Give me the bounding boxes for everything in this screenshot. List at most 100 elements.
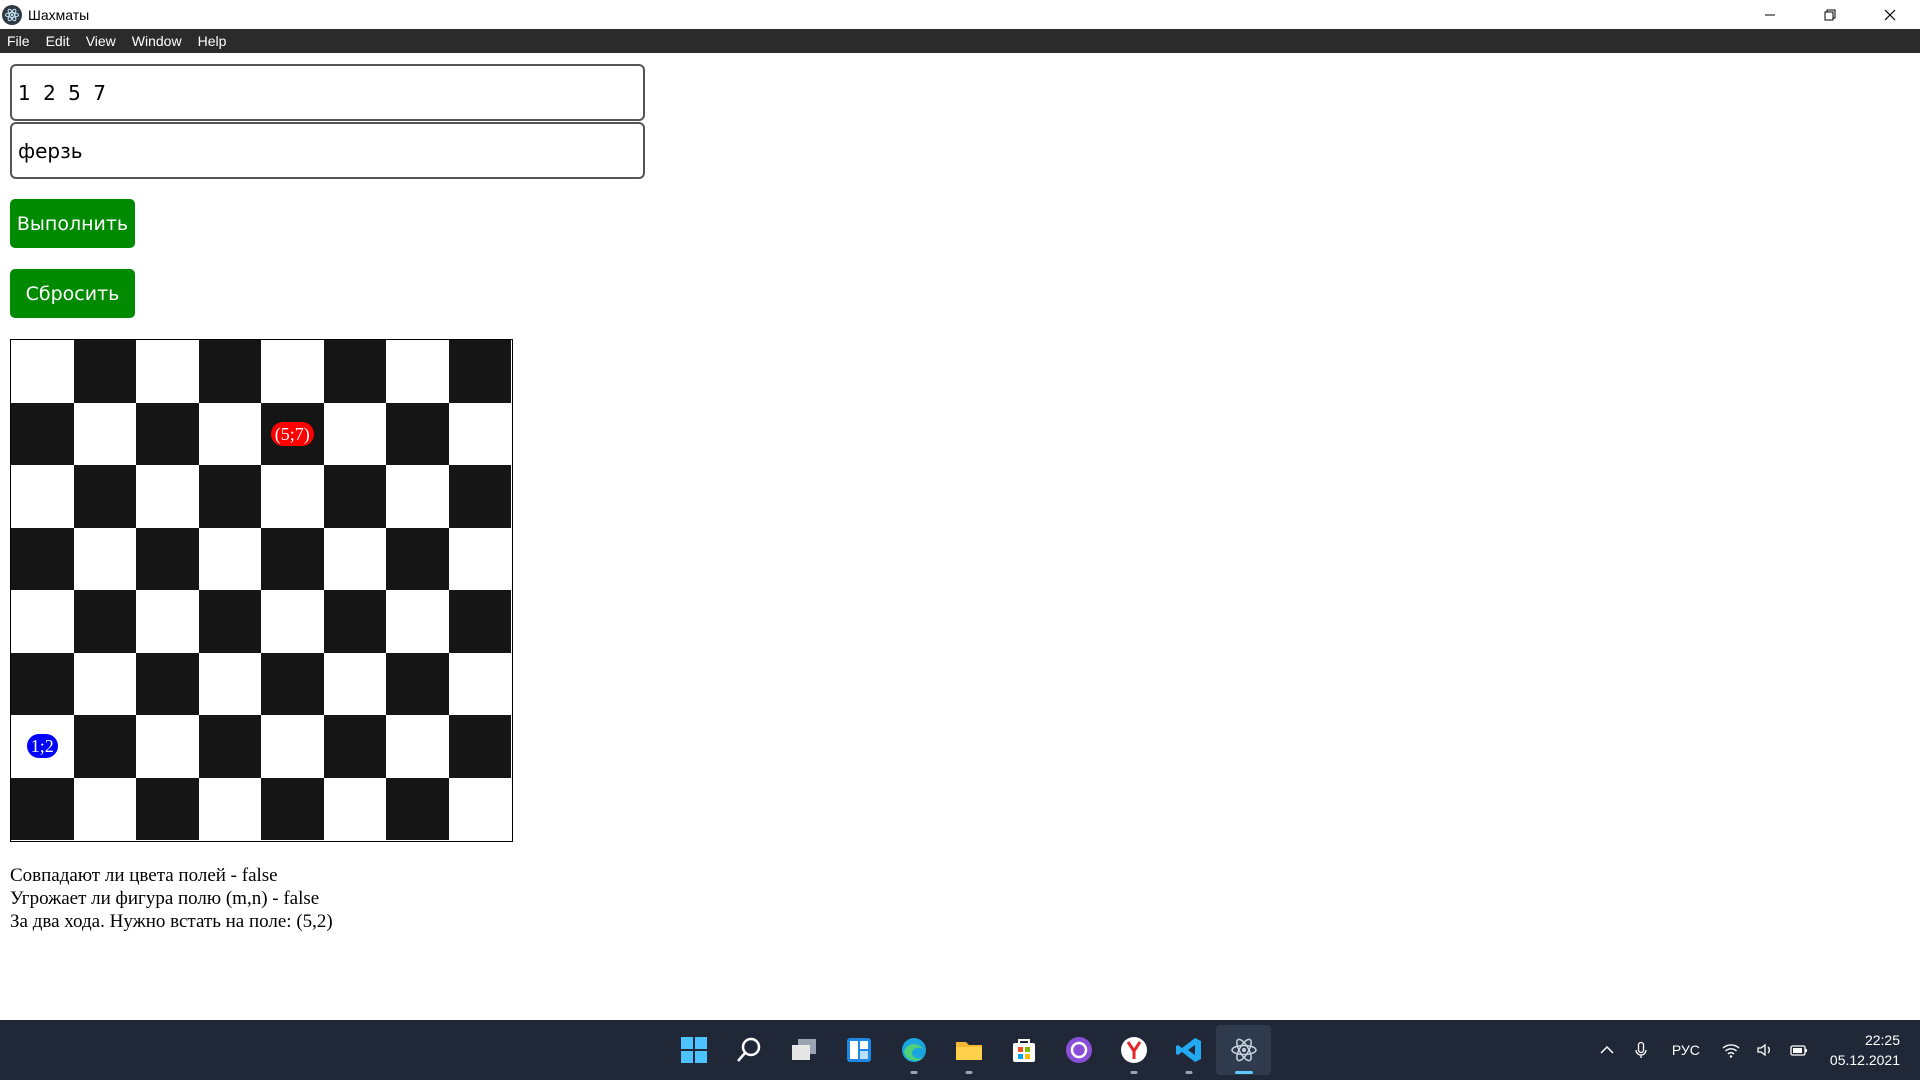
windows-start-icon[interactable] xyxy=(666,1025,721,1075)
board-cell[interactable] xyxy=(448,715,511,778)
board-cell[interactable] xyxy=(136,527,199,590)
board-cell[interactable] xyxy=(261,715,324,778)
board-cell[interactable] xyxy=(386,527,449,590)
board-cell[interactable] xyxy=(323,777,386,840)
board-cell[interactable] xyxy=(448,465,511,528)
board-cell[interactable] xyxy=(73,715,136,778)
board-cell[interactable] xyxy=(11,465,74,528)
board-cell[interactable]: (5;7) xyxy=(261,402,324,465)
board-cell[interactable] xyxy=(198,465,261,528)
board-cell[interactable] xyxy=(73,340,136,403)
board-cell[interactable] xyxy=(198,527,261,590)
board-cell[interactable] xyxy=(323,590,386,653)
board-cell[interactable] xyxy=(136,715,199,778)
board-cell[interactable] xyxy=(386,652,449,715)
restore-button[interactable] xyxy=(1800,0,1860,29)
board-cell[interactable]: 1;2 xyxy=(11,715,74,778)
close-button[interactable] xyxy=(1860,0,1920,29)
clock[interactable]: 22:25 05.12.2021 xyxy=(1830,1030,1900,1070)
board-cell[interactable] xyxy=(448,340,511,403)
menu-help[interactable]: Help xyxy=(190,29,235,53)
board-cell[interactable] xyxy=(136,590,199,653)
board-cell[interactable] xyxy=(261,340,324,403)
clock-time: 22:25 xyxy=(1864,1032,1900,1048)
board-cell[interactable] xyxy=(386,402,449,465)
menu-window[interactable]: Window xyxy=(124,29,190,53)
board-cell[interactable] xyxy=(136,777,199,840)
reset-button[interactable]: Сбросить xyxy=(10,269,135,318)
chevron-up-icon[interactable] xyxy=(1592,1035,1622,1065)
store-icon[interactable] xyxy=(996,1025,1051,1075)
board-cell[interactable] xyxy=(448,590,511,653)
result-colors-match: Совпадают ли цвета полей - false xyxy=(10,865,278,886)
board-cell[interactable] xyxy=(136,465,199,528)
board-cell[interactable] xyxy=(386,590,449,653)
board-cell[interactable] xyxy=(448,527,511,590)
coordinates-input[interactable] xyxy=(10,64,645,121)
board-cell[interactable] xyxy=(261,527,324,590)
wifi-icon[interactable] xyxy=(1716,1035,1746,1065)
board-cell[interactable] xyxy=(11,527,74,590)
board-cell[interactable] xyxy=(136,402,199,465)
search-icon[interactable] xyxy=(721,1025,776,1075)
board-cell[interactable] xyxy=(198,777,261,840)
board-cell[interactable] xyxy=(198,590,261,653)
battery-icon[interactable] xyxy=(1784,1035,1814,1065)
board-cell[interactable] xyxy=(261,465,324,528)
board-cell[interactable] xyxy=(198,402,261,465)
board-cell[interactable] xyxy=(73,402,136,465)
vscode-icon[interactable] xyxy=(1161,1025,1216,1075)
board-cell[interactable] xyxy=(261,777,324,840)
taskbar: РУС 22:25 05.12.2021 xyxy=(0,1020,1920,1080)
board-cell[interactable] xyxy=(198,652,261,715)
board-cell[interactable] xyxy=(323,402,386,465)
board-cell[interactable] xyxy=(11,402,74,465)
board-cell[interactable] xyxy=(73,590,136,653)
board-cell[interactable] xyxy=(323,715,386,778)
electron-icon[interactable] xyxy=(1216,1025,1271,1075)
board-cell[interactable] xyxy=(386,777,449,840)
board-cell[interactable] xyxy=(73,465,136,528)
menu-edit[interactable]: Edit xyxy=(38,29,78,53)
language-indicator[interactable]: РУС xyxy=(1672,1042,1700,1058)
board-cell[interactable] xyxy=(136,340,199,403)
minimize-button[interactable] xyxy=(1740,0,1800,29)
microphone-icon[interactable] xyxy=(1626,1035,1656,1065)
board-cell[interactable] xyxy=(11,777,74,840)
board-cell[interactable] xyxy=(323,527,386,590)
board-cell[interactable] xyxy=(448,402,511,465)
yandex-browser-icon[interactable] xyxy=(1106,1025,1161,1075)
board-cell[interactable] xyxy=(11,652,74,715)
task-view-icon[interactable] xyxy=(776,1025,831,1075)
board-cell[interactable] xyxy=(386,340,449,403)
menu-view[interactable]: View xyxy=(78,29,124,53)
widgets-icon[interactable] xyxy=(831,1025,886,1075)
board-cell[interactable] xyxy=(323,340,386,403)
board-cell[interactable] xyxy=(11,340,74,403)
board-cell[interactable] xyxy=(323,465,386,528)
github-icon[interactable] xyxy=(1051,1025,1106,1075)
edge-icon[interactable] xyxy=(886,1025,941,1075)
board-cell[interactable] xyxy=(73,652,136,715)
board-cell[interactable] xyxy=(386,465,449,528)
board-cell[interactable] xyxy=(198,715,261,778)
board-cell[interactable] xyxy=(73,527,136,590)
menu-file[interactable]: File xyxy=(0,29,38,53)
board-cell[interactable] xyxy=(448,777,511,840)
board-cell[interactable] xyxy=(261,652,324,715)
volume-icon[interactable] xyxy=(1750,1035,1780,1065)
close-icon xyxy=(1884,9,1896,20)
board-cell[interactable] xyxy=(261,590,324,653)
file-explorer-icon[interactable] xyxy=(941,1025,996,1075)
board-cell[interactable] xyxy=(323,652,386,715)
board-cell[interactable] xyxy=(448,652,511,715)
board-cell[interactable] xyxy=(386,715,449,778)
run-button[interactable]: Выполнить xyxy=(10,199,135,248)
board-cell[interactable] xyxy=(198,340,261,403)
title-bar: Шахматы xyxy=(0,0,1920,29)
taskbar-apps xyxy=(666,1020,1271,1080)
board-cell[interactable] xyxy=(136,652,199,715)
piece-input[interactable] xyxy=(10,122,645,179)
board-cell[interactable] xyxy=(11,590,74,653)
board-cell[interactable] xyxy=(73,777,136,840)
